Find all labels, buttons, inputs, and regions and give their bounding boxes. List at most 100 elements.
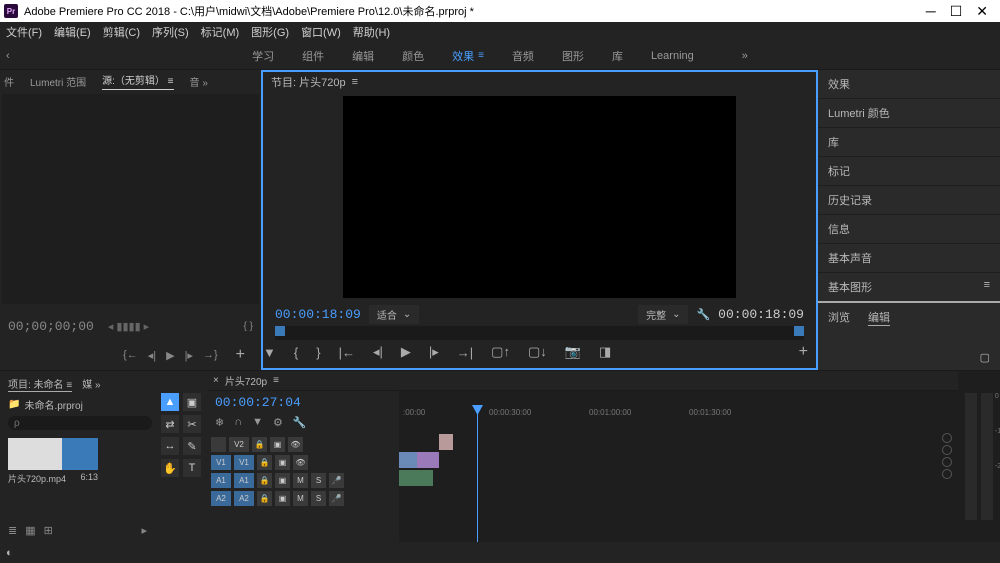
quality-dropdown[interactable]: 完整⌄	[638, 305, 688, 324]
solo-button[interactable]: S	[311, 473, 326, 488]
sync-lock-icon[interactable]: ▣	[275, 473, 290, 488]
timeline-tracks[interactable]: :00:00 00:00:30:00 00:01:00:00 00:01:30:…	[399, 391, 958, 542]
source-add-button[interactable]: +	[228, 346, 253, 364]
sequence-name[interactable]: 片头720p	[225, 373, 267, 388]
ws-tab-learning[interactable]: 学习	[252, 48, 274, 64]
minimize-button[interactable]: ─	[926, 3, 936, 20]
play-icon[interactable]: ▶	[401, 344, 411, 360]
extract-icon[interactable]: ▢↓	[528, 344, 547, 360]
close-button[interactable]: ✕	[976, 3, 988, 20]
left-tab-audio[interactable]: 音 »	[190, 74, 208, 89]
menu-graphics[interactable]: 图形(G)	[251, 24, 289, 40]
voiceover-icon[interactable]: 🎤	[329, 491, 344, 506]
ws-tab-assembly[interactable]: 组件	[302, 48, 324, 64]
ws-tab-graphics[interactable]: 图形	[562, 48, 584, 64]
track-lock-icon[interactable]: 🔒	[257, 491, 272, 506]
mark-out-icon[interactable]: →}	[203, 349, 218, 361]
go-in-icon[interactable]: |←	[339, 345, 355, 360]
project-tab[interactable]: 项目: 未命名 ≡	[8, 376, 72, 392]
left-tab-source[interactable]: 源:（无剪辑） ≡	[102, 72, 173, 90]
step-back-icon[interactable]: ◂|	[148, 349, 156, 362]
track-v1-header[interactable]: V1 V1 🔒 ▣ 👁	[207, 453, 399, 471]
razor-tool[interactable]: ✂	[183, 415, 201, 433]
clip-thumbnail[interactable]: 片头720p.mp4 6:13	[8, 438, 98, 485]
track-lock-icon[interactable]: 🔒	[257, 455, 272, 470]
subtab-edit[interactable]: 编辑	[868, 309, 890, 326]
program-timecode-left[interactable]: 00:00:18:09	[275, 307, 361, 322]
right-effects[interactable]: 效果	[818, 70, 1000, 99]
right-essential-sound[interactable]: 基本声音	[818, 244, 1000, 273]
timeline-ruler[interactable]: :00:00 00:00:30:00 00:01:00:00 00:01:30:…	[399, 391, 958, 417]
eye-icon[interactable]: 👁	[288, 437, 303, 452]
snap-icon[interactable]: ❄	[215, 416, 224, 429]
sync-lock-icon[interactable]: ▣	[275, 491, 290, 506]
video-clip[interactable]	[399, 452, 417, 468]
track-select-tool[interactable]: ▣	[183, 393, 201, 411]
step-fwd-icon[interactable]: |▸	[185, 349, 193, 362]
zoom-dropdown[interactable]: 适合⌄	[369, 305, 419, 324]
wrench-icon[interactable]: 🔧	[293, 416, 307, 429]
output-toggle[interactable]	[942, 445, 952, 455]
play-icon[interactable]: ▶	[166, 349, 174, 362]
track-lock-icon[interactable]: 🔒	[257, 473, 272, 488]
lift-icon[interactable]: ▢↑	[491, 344, 510, 360]
program-add-button[interactable]: +	[791, 343, 816, 361]
wrench-icon[interactable]: 🔧	[696, 308, 710, 321]
source-scrubber[interactable]: ◂ ▮▮▮▮ ▸	[108, 320, 149, 333]
ws-tab-effects[interactable]: 效果 ≡	[452, 48, 484, 64]
right-history[interactable]: 历史记录	[818, 186, 1000, 215]
step-fwd-icon[interactable]: |▸	[429, 344, 439, 360]
output-toggle[interactable]	[942, 457, 952, 467]
ws-tab-color[interactable]: 颜色	[402, 48, 424, 64]
eye-icon[interactable]: 👁	[293, 455, 308, 470]
menu-window[interactable]: 窗口(W)	[301, 24, 341, 40]
hand-tool[interactable]: ✋	[161, 459, 179, 477]
linked-sel-icon[interactable]: ∩	[234, 416, 242, 429]
new-layer-icon[interactable]: ▢	[980, 352, 990, 364]
track-v2-header[interactable]: V2 🔒 ▣ 👁	[207, 435, 399, 453]
video-clip[interactable]	[417, 452, 439, 468]
output-toggle[interactable]	[942, 433, 952, 443]
in-icon[interactable]: {	[294, 345, 298, 360]
comparison-icon[interactable]: ◨	[599, 344, 611, 360]
ws-tab-editing[interactable]: 编辑	[352, 48, 374, 64]
source-monitor[interactable]	[2, 94, 259, 304]
panel-menu-icon[interactable]: ≡	[984, 279, 990, 291]
right-essential-graphics[interactable]: 基本图形 ≡	[818, 273, 1000, 303]
export-frame-icon[interactable]: 📷	[565, 344, 581, 360]
menu-sequence[interactable]: 序列(S)	[152, 24, 189, 40]
freeform-view-icon[interactable]: ⊞	[44, 524, 53, 537]
right-lumetri[interactable]: Lumetri 颜色	[818, 99, 1000, 128]
mute-button[interactable]: M	[293, 473, 308, 488]
ws-tab-learning2[interactable]: Learning	[651, 50, 694, 62]
slip-tool[interactable]: ↔	[161, 437, 179, 455]
tabs-more-icon[interactable]: »	[742, 50, 748, 62]
track-a2-header[interactable]: A2 A2 🔒 ▣ M S 🎤	[207, 489, 399, 507]
output-toggle[interactable]	[942, 469, 952, 479]
step-back-icon[interactable]: ◂|	[373, 344, 383, 360]
panel-menu-icon[interactable]: ≡	[352, 76, 358, 88]
menu-marker[interactable]: 标记(M)	[201, 24, 240, 40]
program-monitor[interactable]	[343, 96, 736, 298]
ws-tab-library[interactable]: 库	[612, 48, 623, 64]
track-a1-header[interactable]: A1 A1 🔒 ▣ M S 🎤	[207, 471, 399, 489]
voiceover-icon[interactable]: 🎤	[329, 473, 344, 488]
sync-lock-icon[interactable]: ▣	[275, 455, 290, 470]
project-search-input[interactable]	[8, 416, 152, 430]
mark-in-icon[interactable]: {←	[123, 349, 138, 361]
selection-tool[interactable]: ▲	[161, 393, 179, 411]
menu-file[interactable]: 文件(F)	[6, 24, 42, 40]
menu-help[interactable]: 帮助(H)	[353, 24, 390, 40]
maximize-button[interactable]: ☐	[950, 3, 963, 20]
left-tab-lumetri[interactable]: Lumetri 范围	[30, 74, 86, 89]
icon-view-icon[interactable]: ▦	[25, 524, 35, 537]
menu-clip[interactable]: 剪辑(C)	[103, 24, 140, 40]
pen-tool[interactable]: ✎	[183, 437, 201, 455]
tabs-prev-icon[interactable]: ‹	[6, 50, 10, 62]
program-scrubber[interactable]	[275, 326, 804, 340]
proj-footer-right[interactable]: ▸	[141, 524, 147, 537]
out-icon[interactable]: }	[316, 345, 320, 360]
timeline-timecode[interactable]: 00:00:27:04	[215, 395, 301, 410]
video-clip[interactable]	[439, 434, 453, 450]
right-library[interactable]: 库	[818, 128, 1000, 157]
